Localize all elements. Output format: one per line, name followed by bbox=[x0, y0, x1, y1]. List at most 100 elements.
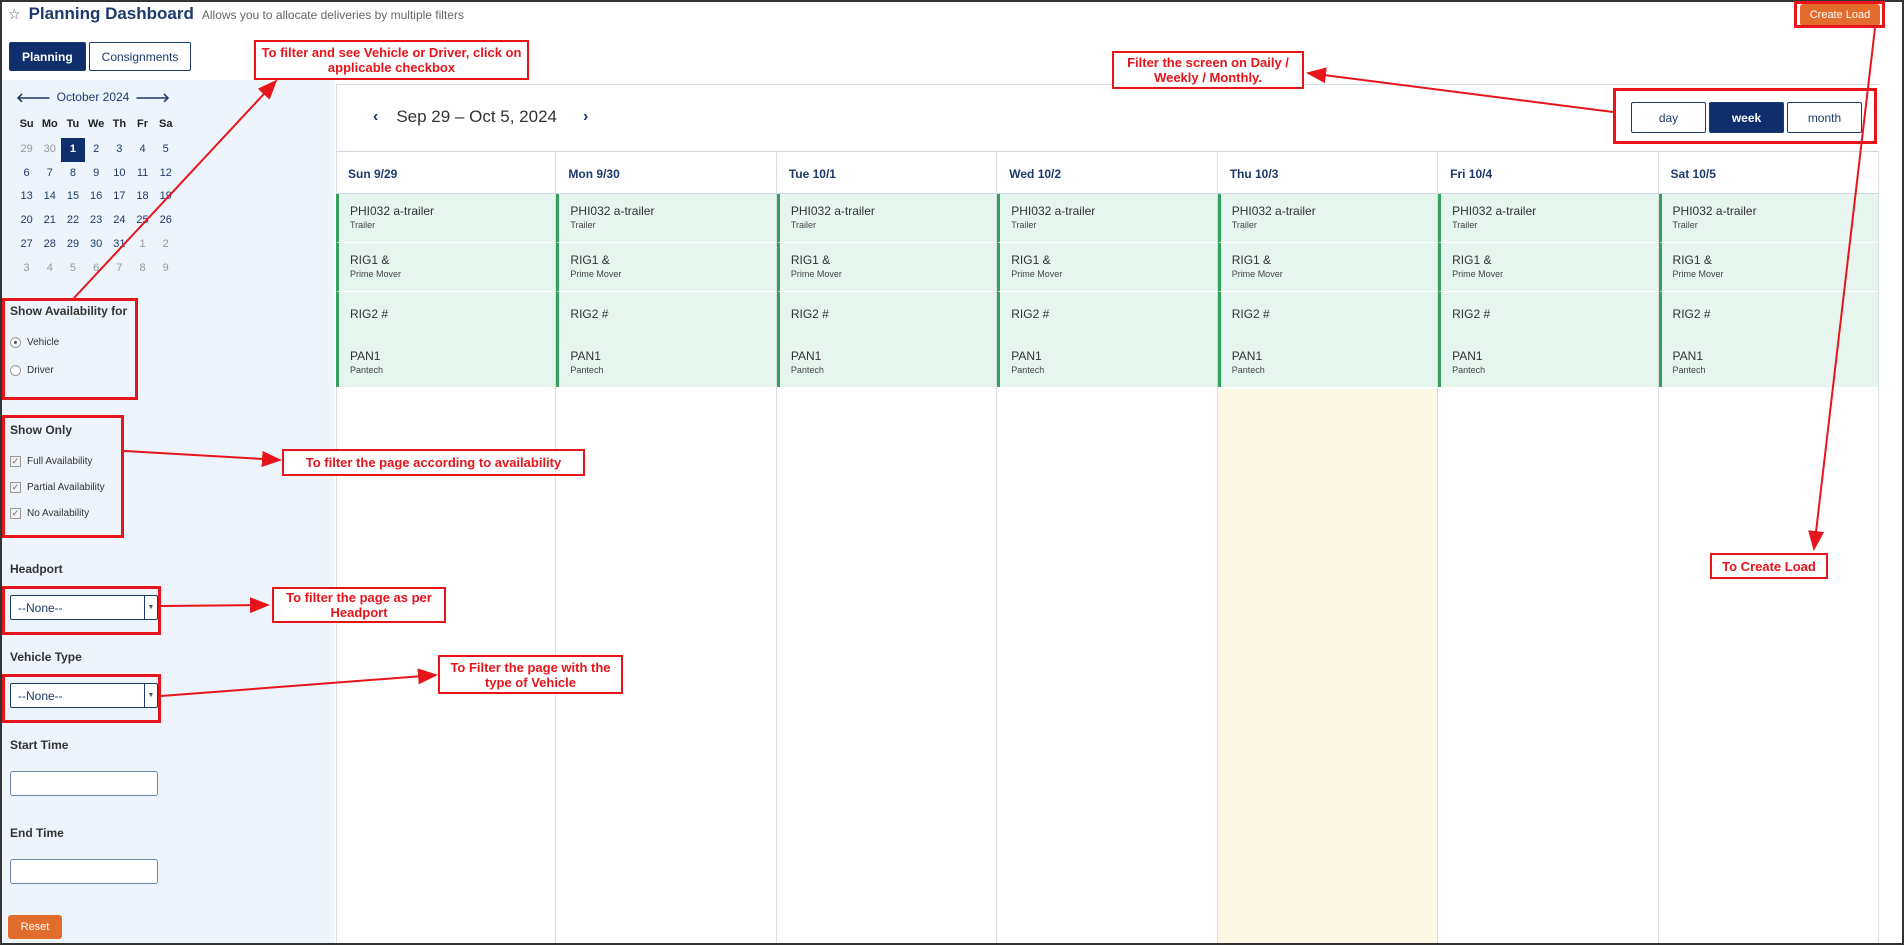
day-column[interactable]: Sat 10/5 PHI032 a-trailer Trailer RIG1 & Pri… bbox=[1658, 152, 1879, 943]
event-item[interactable]: RIG2 # PAN1 Pantech bbox=[776, 292, 996, 387]
chevron-right-icon[interactable]: › bbox=[583, 108, 588, 126]
day-column-header[interactable]: Sat 10/5 bbox=[1658, 152, 1878, 194]
tab-planning[interactable]: Planning bbox=[9, 42, 86, 71]
annotation-box-show-only bbox=[2, 415, 124, 538]
day-column-header[interactable]: Thu 10/3 bbox=[1217, 152, 1438, 194]
calendar-day[interactable]: 14 bbox=[38, 185, 61, 209]
calendar-day[interactable]: 9 bbox=[85, 162, 108, 186]
event-subtitle: Trailer bbox=[1452, 220, 1478, 230]
calendar-day[interactable]: 4 bbox=[131, 138, 154, 162]
day-column-header[interactable]: Tue 10/1 bbox=[776, 152, 997, 194]
calendar-month-label: October 2024 bbox=[56, 90, 130, 104]
calendar-day[interactable]: 18 bbox=[131, 185, 154, 209]
event-item[interactable]: PHI032 a-trailer Trailer bbox=[776, 194, 997, 243]
calendar-day[interactable]: 4 bbox=[38, 257, 61, 281]
calendar-day[interactable]: 23 bbox=[85, 209, 108, 233]
calendar-day[interactable]: 29 bbox=[15, 138, 38, 162]
calendar-day[interactable]: 8 bbox=[131, 257, 154, 281]
calendar-day[interactable]: 1 bbox=[131, 233, 154, 257]
calendar-day[interactable]: 6 bbox=[15, 162, 38, 186]
calendar-day[interactable]: 30 bbox=[85, 233, 108, 257]
day-column[interactable]: Fri 10/4 PHI032 a-trailer Trailer RIG1 & Pri… bbox=[1438, 152, 1659, 943]
calendar-day[interactable]: 8 bbox=[61, 162, 84, 186]
event-item[interactable]: RIG2 # PAN1 Pantech bbox=[336, 292, 555, 387]
calendar-day[interactable]: 12 bbox=[154, 162, 177, 186]
chevron-left-icon[interactable]: ‹ bbox=[373, 108, 378, 126]
day-column[interactable]: Mon 9/30 PHI032 a-trailer Trailer RIG1 & Pri… bbox=[556, 152, 777, 943]
event-item[interactable]: PHI032 a-trailer Trailer bbox=[556, 194, 776, 243]
day-column-header[interactable]: Wed 10/2 bbox=[997, 152, 1217, 194]
calendar-day[interactable]: 6 bbox=[85, 257, 108, 281]
event-item[interactable]: RIG1 & Prime Mover bbox=[1217, 243, 1438, 292]
event-item[interactable]: PHI032 a-trailer Trailer bbox=[1217, 194, 1438, 243]
event-item[interactable]: PHI032 a-trailer Trailer bbox=[1658, 194, 1878, 243]
calendar-day[interactable]: 3 bbox=[15, 257, 38, 281]
day-column[interactable]: Thu 10/3 PHI032 a-trailer Trailer RIG1 & Pri… bbox=[1217, 152, 1439, 943]
calendar-day[interactable]: 29 bbox=[61, 233, 84, 257]
day-column-header[interactable]: Sun 9/29 bbox=[336, 152, 556, 194]
calendar-day[interactable]: 27 bbox=[15, 233, 38, 257]
calendar-day[interactable]: 11 bbox=[131, 162, 154, 186]
calendar-day[interactable]: 16 bbox=[85, 185, 108, 209]
event-item[interactable]: RIG1 & Prime Mover bbox=[336, 243, 556, 292]
calendar-day[interactable]: 5 bbox=[154, 138, 177, 162]
calendar-day[interactable]: 25 bbox=[131, 209, 154, 233]
annotation-view-filter: Filter the screen on Daily / Weekly / Mo… bbox=[1112, 51, 1304, 89]
calendar-day[interactable]: 22 bbox=[61, 209, 84, 233]
calendar-day[interactable]: 7 bbox=[38, 162, 61, 186]
arrow-right-icon[interactable]: 🡒 bbox=[135, 90, 170, 106]
calendar-day[interactable]: 20 bbox=[15, 209, 38, 233]
calendar-day[interactable]: 31 bbox=[108, 233, 131, 257]
day-column[interactable]: Tue 10/1 PHI032 a-trailer Trailer RIG1 & Pri… bbox=[776, 152, 998, 943]
event-item[interactable]: RIG2 # PAN1 Pantech bbox=[997, 292, 1216, 387]
calendar-day[interactable]: 19 bbox=[154, 185, 177, 209]
end-time-input[interactable] bbox=[10, 859, 158, 884]
calendar-day[interactable]: 17 bbox=[108, 185, 131, 209]
calendar-day[interactable]: 24 bbox=[108, 209, 131, 233]
calendar-day[interactable]: 30 bbox=[38, 138, 61, 162]
day-column[interactable]: Wed 10/2 PHI032 a-trailer Trailer RIG1 & Pri… bbox=[997, 152, 1218, 943]
event-item[interactable]: RIG1 & Prime Mover bbox=[1658, 243, 1878, 292]
calendar-day[interactable]: 2 bbox=[154, 233, 177, 257]
headport-label: Headport bbox=[10, 562, 63, 576]
calendar-day-header: Mo bbox=[41, 118, 58, 130]
day-column-header[interactable]: Mon 9/30 bbox=[556, 152, 776, 194]
calendar-day[interactable]: 5 bbox=[61, 257, 84, 281]
event-item[interactable]: RIG1 & Prime Mover bbox=[1438, 243, 1658, 292]
calendar-day[interactable]: 1 bbox=[61, 137, 85, 162]
event-item[interactable]: RIG2 # PAN1 Pantech bbox=[1217, 292, 1437, 387]
event-item[interactable]: RIG2 # PAN1 Pantech bbox=[556, 292, 775, 387]
calendar-day[interactable]: 7 bbox=[108, 257, 131, 281]
calendar-day-header: Fr bbox=[137, 118, 149, 130]
calendar-day[interactable]: 26 bbox=[154, 209, 177, 233]
event-item[interactable]: RIG2 # PAN1 Pantech bbox=[1438, 292, 1657, 387]
day-column[interactable]: Sun 9/29 PHI032 a-trailer Trailer RIG1 & Pri… bbox=[336, 152, 557, 943]
star-icon[interactable]: ☆ bbox=[8, 6, 21, 23]
event-item[interactable]: PHI032 a-trailer Trailer bbox=[997, 194, 1217, 243]
calendar-day[interactable]: 9 bbox=[154, 257, 177, 281]
vehicle-type-label: Vehicle Type bbox=[10, 650, 82, 664]
calendar-day[interactable]: 2 bbox=[85, 138, 108, 162]
event-item[interactable]: RIG2 # PAN1 Pantech bbox=[1658, 292, 1878, 387]
event-name: RIG2 # bbox=[1231, 307, 1270, 321]
calendar-day[interactable]: 28 bbox=[38, 233, 61, 257]
start-time-input[interactable] bbox=[10, 771, 158, 796]
event-name: RIG2 # bbox=[1672, 307, 1711, 321]
event-item[interactable]: RIG1 & Prime Mover bbox=[556, 243, 776, 292]
event-item[interactable]: PHI032 a-trailer Trailer bbox=[1438, 194, 1658, 243]
calendar-day[interactable]: 21 bbox=[38, 209, 61, 233]
day-column-header[interactable]: Fri 10/4 bbox=[1438, 152, 1658, 194]
event-item[interactable]: RIG1 & Prime Mover bbox=[997, 243, 1217, 292]
tab-consignments[interactable]: Consignments bbox=[88, 42, 192, 71]
annotation-box-create-load bbox=[1794, 1, 1885, 28]
arrow-left-icon[interactable]: 🡐 bbox=[16, 90, 51, 106]
calendar-day[interactable]: 10 bbox=[108, 162, 131, 186]
reset-button[interactable]: Reset bbox=[8, 915, 62, 939]
calendar-day[interactable]: 3 bbox=[108, 138, 131, 162]
calendar-day[interactable]: 13 bbox=[15, 185, 38, 209]
event-item[interactable]: RIG1 & Prime Mover bbox=[776, 243, 997, 292]
event-item[interactable]: PHI032 a-trailer Trailer bbox=[336, 194, 556, 243]
start-time-label: Start Time bbox=[10, 738, 69, 752]
calendar-day-header: Sa bbox=[158, 118, 173, 130]
calendar-day[interactable]: 15 bbox=[61, 185, 84, 209]
